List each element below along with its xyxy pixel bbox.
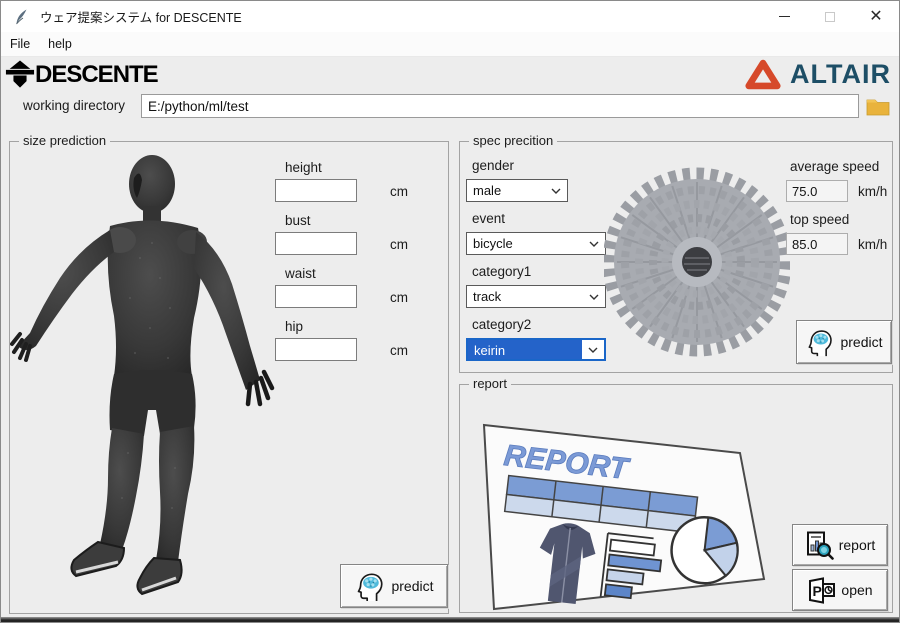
report-illustration: REPORT xyxy=(468,397,770,611)
altair-triangle-icon xyxy=(744,58,782,91)
ai-head-brain-icon xyxy=(805,328,835,357)
size-predict-label: predict xyxy=(391,578,433,594)
chevron-down-icon xyxy=(583,286,605,307)
category1-label: category1 xyxy=(472,264,531,279)
ai-head-brain-icon xyxy=(354,571,386,602)
category1-select[interactable]: track xyxy=(466,285,606,308)
bust-input[interactable] xyxy=(275,232,357,255)
python-feather-icon xyxy=(14,8,30,26)
report-button-label: report xyxy=(839,537,876,553)
working-directory-input[interactable] xyxy=(141,94,859,118)
gender-select[interactable]: male xyxy=(466,179,568,202)
window-bottom-edge xyxy=(1,617,899,622)
app-window: ウェア提案システム for DESCENTE ✕ File help DESCE… xyxy=(0,0,900,623)
gender-label: gender xyxy=(472,158,514,173)
menu-file[interactable]: File xyxy=(1,34,39,54)
maximize-button[interactable] xyxy=(807,1,853,32)
height-label: height xyxy=(285,160,322,175)
title-bar: ウェア提案システム for DESCENTE ✕ xyxy=(1,1,899,32)
hip-input[interactable] xyxy=(275,338,357,361)
report-button[interactable]: report xyxy=(792,524,888,566)
descente-logo: DESCENTE xyxy=(5,60,158,89)
altair-logo: ALTAIR xyxy=(744,58,891,91)
size-predict-button[interactable]: predict xyxy=(340,564,448,608)
working-directory-label: working directory xyxy=(23,98,125,113)
folder-icon xyxy=(866,97,890,116)
category2-label: category2 xyxy=(472,317,531,332)
category1-value: track xyxy=(467,286,583,307)
hip-unit: cm xyxy=(390,343,408,358)
window-controls: ✕ xyxy=(761,1,899,32)
waist-label: waist xyxy=(285,266,316,281)
bust-label: bust xyxy=(285,213,311,228)
chevron-down-icon xyxy=(583,233,605,254)
descente-mark-icon xyxy=(5,60,35,89)
minimize-button[interactable] xyxy=(761,1,807,32)
average-speed-label: average speed xyxy=(790,159,879,174)
size-prediction-title: size prediction xyxy=(19,133,110,148)
category2-select[interactable]: keirin xyxy=(466,338,606,361)
chevron-down-icon xyxy=(545,180,567,201)
chevron-down-icon xyxy=(582,340,604,359)
bust-unit: cm xyxy=(390,237,408,252)
top-speed-unit: km/h xyxy=(858,237,887,252)
spec-precition-title: spec precition xyxy=(469,133,557,148)
spec-precition-group: spec precition gender male event bicycle… xyxy=(459,141,893,373)
top-speed-value: 85.0 xyxy=(786,233,848,255)
svg-text:P: P xyxy=(813,583,822,599)
height-input[interactable] xyxy=(275,179,357,202)
document-magnifier-icon xyxy=(805,531,834,560)
close-button[interactable]: ✕ xyxy=(853,1,899,32)
average-speed-value: 75.0 xyxy=(786,180,848,202)
descente-wordmark: DESCENTE xyxy=(35,60,158,89)
category2-value: keirin xyxy=(468,340,582,359)
waist-unit: cm xyxy=(390,290,408,305)
height-unit: cm xyxy=(390,184,408,199)
waist-input[interactable] xyxy=(275,285,357,308)
size-prediction-group: size prediction xyxy=(9,141,449,614)
event-label: event xyxy=(472,211,505,226)
cassette-gear-image xyxy=(604,158,790,366)
minimize-icon xyxy=(779,16,790,17)
report-group: report REPORT xyxy=(459,384,893,613)
hip-label: hip xyxy=(285,319,303,334)
event-select[interactable]: bicycle xyxy=(466,232,606,255)
spec-predict-label: predict xyxy=(840,334,882,350)
top-speed-label: top speed xyxy=(790,212,849,227)
window-title: ウェア提案システム for DESCENTE xyxy=(40,7,242,26)
close-icon: ✕ xyxy=(869,9,882,25)
spec-predict-button[interactable]: predict xyxy=(796,320,892,364)
event-value: bicycle xyxy=(467,233,583,254)
menu-bar: File help xyxy=(1,32,899,57)
body-scan-image xyxy=(10,148,278,610)
gender-value: male xyxy=(467,180,545,201)
browse-folder-button[interactable] xyxy=(864,94,892,118)
altair-wordmark: ALTAIR xyxy=(790,59,891,90)
open-button-label: open xyxy=(841,582,872,598)
open-button[interactable]: P open xyxy=(792,569,888,611)
average-speed-unit: km/h xyxy=(858,184,887,199)
powerpoint-icon: P xyxy=(807,577,836,604)
maximize-icon xyxy=(825,12,835,22)
report-title: report xyxy=(469,376,511,391)
menu-help[interactable]: help xyxy=(39,34,81,54)
